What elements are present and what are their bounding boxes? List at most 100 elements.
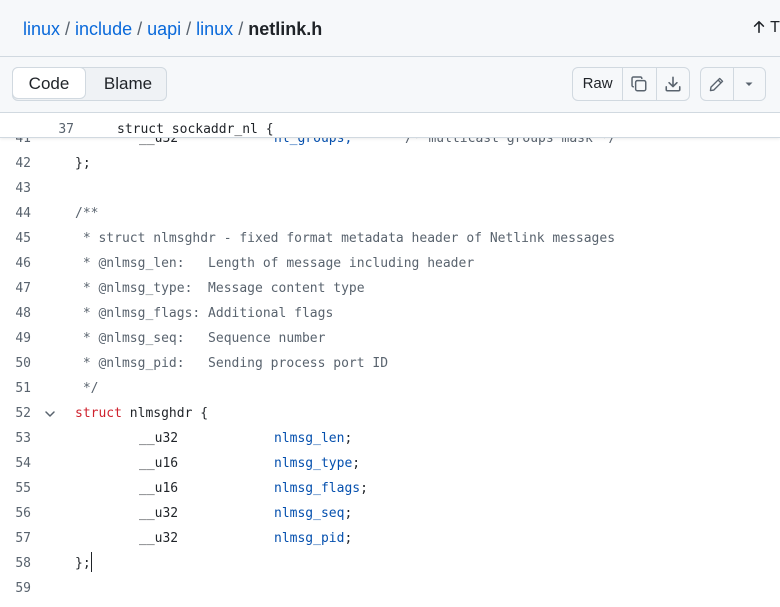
more-edit-options-button[interactable] <box>732 68 766 100</box>
code-token: nlmsghdr { <box>121 406 209 421</box>
code-token: nlmsg_pid; <box>274 526 352 551</box>
breadcrumb-link-uapi[interactable]: uapi <box>147 19 181 39</box>
code-text: __u32 nlmsg_pid; <box>75 526 352 551</box>
edit-file-button[interactable] <box>701 68 733 100</box>
code-line: 42 }; <box>0 151 780 176</box>
code-field: nlmsg_flags <box>274 481 361 496</box>
code-token: nlmsg_seq; <box>274 501 352 526</box>
code-line: 59 <box>0 576 780 601</box>
code-comment: * struct nlmsghdr - fixed format metadat… <box>75 231 616 246</box>
code-tab[interactable]: Code <box>12 67 86 99</box>
code-comment: */ <box>75 381 99 396</box>
code-token: __u32 <box>139 506 179 521</box>
code-text: __u16 nlmsg_type; <box>75 451 360 476</box>
line-number[interactable]: 49 <box>0 326 31 351</box>
code-line: 44 /** <box>0 201 780 226</box>
code-view: 37 struct sockaddr_nl { 41 __u32 nl_group… <box>0 114 780 607</box>
code-comment: * @nlmsg_pid: Sending process port ID <box>75 356 389 371</box>
edit-actions-group <box>700 67 766 101</box>
download-button[interactable] <box>655 68 689 100</box>
breadcrumb-separator: / <box>186 19 192 39</box>
code-token: nlmsg_flags; <box>274 476 368 501</box>
text-cursor <box>90 552 92 572</box>
code-punct: ; <box>352 456 361 471</box>
code-text[interactable]: }; <box>75 551 92 576</box>
file-toolbar: Code Blame Raw <box>0 57 780 113</box>
top-button[interactable]: T <box>752 19 780 37</box>
code-field: nlmsg_seq <box>274 506 345 521</box>
file-actions-group: Raw <box>572 67 690 101</box>
code-line: 56 __u32 nlmsg_seq; <box>0 501 780 526</box>
code-punct: ; <box>360 481 368 496</box>
code-line: 46 * @nlmsg_len: Length of message inclu… <box>0 251 780 276</box>
code-line: 48 * @nlmsg_flags: Additional flags <box>0 301 780 326</box>
copy-icon <box>631 76 647 92</box>
code-comment: * @nlmsg_flags: Additional flags <box>75 306 334 321</box>
code-text: __u16 nlmsg_flags; <box>75 476 368 501</box>
code-line: 50 * @nlmsg_pid: Sending process port ID <box>0 351 780 376</box>
copy-raw-button[interactable] <box>623 68 655 100</box>
code-keyword: struct <box>75 406 122 421</box>
code-punct: ; <box>344 531 353 546</box>
line-number[interactable]: 44 <box>0 201 31 226</box>
line-number[interactable]: 46 <box>0 251 31 276</box>
code-punct: ; <box>344 506 353 521</box>
line-number[interactable]: 59 <box>0 576 31 601</box>
line-number[interactable]: 53 <box>0 426 31 451</box>
line-number[interactable]: 45 <box>0 226 31 251</box>
code-field: nlmsg_type <box>274 456 353 471</box>
line-number[interactable]: 42 <box>0 151 31 176</box>
line-number[interactable]: 50 <box>0 351 31 376</box>
line-number[interactable]: 55 <box>0 476 31 501</box>
line-number[interactable]: 43 <box>0 176 31 201</box>
breadcrumb-separator: / <box>65 19 71 39</box>
line-number[interactable]: 51 <box>0 376 31 401</box>
code-line: 43 <box>0 176 780 201</box>
breadcrumb-link-linux[interactable]: linux <box>23 19 60 39</box>
raw-button[interactable]: Raw <box>573 68 624 100</box>
code-text: __u32 nlmsg_len; <box>75 426 352 451</box>
code-comment: /** <box>75 206 99 221</box>
line-number[interactable]: 58 <box>0 551 31 576</box>
code-line: 52 struct nlmsghdr { <box>0 401 780 426</box>
line-number[interactable]: 57 <box>0 526 31 551</box>
code-token: }; <box>75 556 91 571</box>
code-token: __u32 <box>139 531 179 546</box>
code-line: 53 __u32 nlmsg_len; <box>0 426 780 451</box>
view-mode-toggle: Code Blame <box>12 67 167 101</box>
code-token: __u32 <box>139 431 179 446</box>
code-line: 54 __u16 nlmsg_type; <box>0 451 780 476</box>
code-comment: * @nlmsg_len: Length of message includin… <box>75 256 475 271</box>
top-button-label: T <box>770 19 780 36</box>
arrow-up-icon <box>753 20 765 34</box>
sticky-scope-text: struct sockaddr_nl { <box>117 122 274 137</box>
line-number[interactable]: 47 <box>0 276 31 301</box>
sticky-scope-header[interactable]: 37 struct sockaddr_nl { <box>0 114 780 138</box>
code-text: __u32 nlmsg_seq; <box>75 501 352 526</box>
breadcrumb-separator: / <box>238 19 244 39</box>
line-number[interactable]: 37 <box>44 117 74 142</box>
code-punct: ; <box>344 431 353 446</box>
code-comment: * @nlmsg_seq: Sequence number <box>75 331 326 346</box>
code-line: 45 * struct nlmsghdr - fixed format meta… <box>0 226 780 251</box>
code-line: 47 * @nlmsg_type: Message content type <box>0 276 780 301</box>
code-line: 58 }; <box>0 551 780 576</box>
line-number[interactable]: 56 <box>0 501 31 526</box>
line-number[interactable]: 52 <box>0 401 31 426</box>
line-number[interactable]: 54 <box>0 451 31 476</box>
blame-tab[interactable]: Blame <box>89 68 167 100</box>
code-text: struct nlmsghdr { <box>75 401 208 426</box>
chevron-down-icon[interactable] <box>44 408 56 420</box>
pencil-icon <box>710 77 724 91</box>
code-comment: * @nlmsg_type: Message content type <box>75 281 365 296</box>
breadcrumb-link-include[interactable]: include <box>75 19 132 39</box>
code-line: 51 */ <box>0 376 780 401</box>
breadcrumb-link-linux-sub[interactable]: linux <box>196 19 233 39</box>
line-number[interactable]: 48 <box>0 301 31 326</box>
breadcrumb-separator: / <box>137 19 143 39</box>
caret-down-icon <box>745 82 753 86</box>
code-token: nlmsg_type; <box>274 451 360 476</box>
code-line: 57 __u32 nlmsg_pid; <box>0 526 780 551</box>
code-line: 49 * @nlmsg_seq: Sequence number <box>0 326 780 351</box>
code-text: }; <box>75 156 91 171</box>
